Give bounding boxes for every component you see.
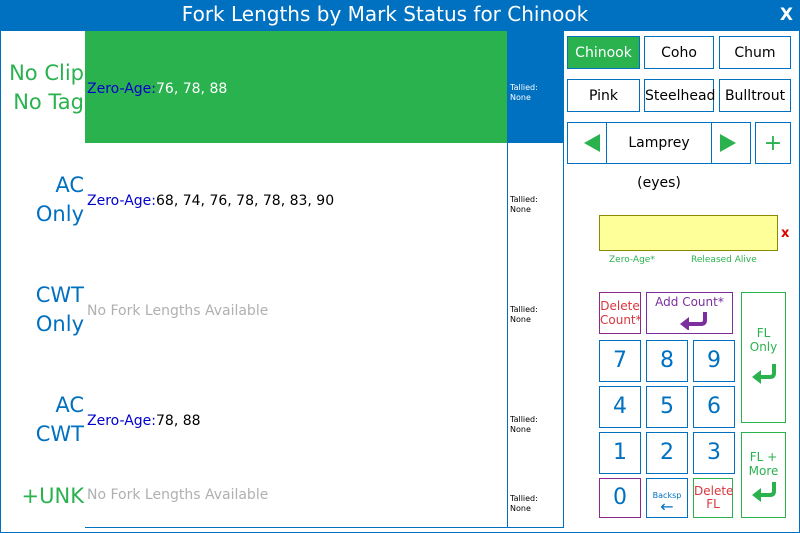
frame-left bbox=[0, 31, 1, 533]
title-bar: Fork Lengths by Mark Status for Chinook … bbox=[0, 0, 800, 31]
window-title: Fork Lengths by Mark Status for Chinook bbox=[181, 2, 589, 26]
species-bulltrout-button[interactable]: Bulltrout bbox=[719, 79, 791, 112]
delete-count-label-2: Count* bbox=[600, 313, 642, 327]
no-fork-lengths-text: No Fork Lengths Available bbox=[87, 303, 269, 319]
fork-length-text: Zero-Age:68, 74, 76, 78, 78, 83, 90 bbox=[87, 193, 334, 209]
mark-status-line-2: Only bbox=[35, 312, 84, 336]
fl-more-button[interactable]: FL + More bbox=[741, 432, 786, 518]
fork-length-cell[interactable]: Zero-Age:68, 74, 76, 78, 78, 83, 90 bbox=[85, 143, 507, 254]
mark-status-line-1: No Clip bbox=[9, 61, 84, 85]
key-7[interactable]: 7 bbox=[599, 340, 641, 382]
return-arrow-icon bbox=[680, 312, 707, 330]
tallied-text: Tallied: None bbox=[510, 83, 538, 102]
species-chum-button[interactable]: Chum bbox=[719, 36, 791, 69]
key-9[interactable]: 9 bbox=[693, 340, 735, 382]
key-2[interactable]: 2 bbox=[646, 432, 688, 474]
previous-arrow-icon[interactable] bbox=[584, 134, 600, 152]
key-4[interactable]: 4 bbox=[599, 386, 641, 428]
add-species-button[interactable]: + bbox=[755, 122, 791, 164]
release-status-label[interactable]: Released Alive bbox=[691, 255, 757, 265]
close-button[interactable]: X bbox=[780, 5, 793, 25]
enter-arrow-icon bbox=[751, 482, 776, 502]
delete-fl-button[interactable]: Delete FL bbox=[693, 478, 733, 518]
tallied-text: Tallied: None bbox=[510, 494, 538, 513]
key-6[interactable]: 6 bbox=[693, 386, 735, 428]
fork-length-values: 76, 78, 88 bbox=[156, 81, 228, 97]
right-divider bbox=[563, 31, 564, 527]
backspace-arrow-icon: ← bbox=[660, 497, 674, 516]
tallied-cell[interactable]: Tallied: None bbox=[507, 143, 564, 254]
fl-more-label-2: More bbox=[748, 464, 779, 478]
key-1[interactable]: 1 bbox=[599, 432, 641, 474]
fork-length-entry-field[interactable] bbox=[599, 215, 778, 251]
mark-status-label[interactable]: AC Only bbox=[2, 171, 84, 229]
tallied-cell[interactable]: Tallied: None bbox=[507, 363, 564, 473]
key-8[interactable]: 8 bbox=[646, 340, 688, 382]
mark-status-line-1: AC bbox=[55, 393, 84, 417]
fl-only-label-1: FL bbox=[756, 326, 771, 340]
delete-count-label-1: Delete bbox=[600, 299, 640, 313]
age-class-prefix: Zero-Age: bbox=[87, 413, 157, 429]
add-count-button[interactable]: Add Count* bbox=[646, 292, 733, 334]
add-count-label: Add Count* bbox=[655, 295, 724, 309]
fl-more-label-1: FL + bbox=[749, 450, 778, 464]
next-arrow-icon[interactable] bbox=[720, 134, 736, 152]
backspace-button[interactable]: Backsp ← bbox=[646, 478, 688, 518]
key-0[interactable]: 0 bbox=[599, 478, 641, 518]
mark-status-label[interactable]: No Clip No Tag bbox=[2, 59, 84, 117]
tallied-text: Tallied: None bbox=[510, 415, 538, 434]
fork-length-text: Zero-Age:78, 88 bbox=[87, 413, 201, 429]
no-fork-lengths-text: No Fork Lengths Available bbox=[87, 487, 269, 503]
age-class-label[interactable]: Zero-Age* bbox=[609, 255, 655, 265]
fl-only-button[interactable]: FL Only bbox=[741, 292, 786, 423]
clear-entry-button[interactable]: x bbox=[781, 226, 789, 241]
fork-length-text: Zero-Age:76, 78, 88 bbox=[87, 81, 227, 97]
lamprey-label: Lamprey (eyes) bbox=[606, 123, 712, 191]
tallied-cell[interactable]: Tallied: None bbox=[507, 31, 564, 144]
age-class-prefix: Zero-Age: bbox=[87, 81, 157, 97]
fork-length-values: 68, 74, 76, 78, 78, 83, 90 bbox=[156, 193, 335, 209]
delete-fl-label-2: FL bbox=[706, 497, 720, 511]
tallied-text: Tallied: None bbox=[510, 195, 538, 214]
fork-length-cell[interactable]: No Fork Lengths Available bbox=[85, 253, 507, 364]
species-pink-button[interactable]: Pink bbox=[567, 79, 640, 112]
mark-status-label[interactable]: CWT Only bbox=[2, 281, 84, 339]
fork-length-text: No Fork Lengths Available bbox=[87, 487, 268, 503]
age-class-prefix: Zero-Age: bbox=[87, 193, 157, 209]
mark-status-line-1: CWT bbox=[35, 283, 84, 307]
mark-status-label[interactable]: AC CWT bbox=[2, 391, 84, 449]
fork-length-cell[interactable]: Zero-Age:76, 78, 88 bbox=[85, 31, 507, 144]
mark-status-line-2: CWT bbox=[35, 422, 84, 446]
enter-arrow-icon bbox=[751, 364, 776, 384]
tallied-text: Tallied: None bbox=[510, 305, 538, 324]
tallied-cell[interactable]: Tallied: None bbox=[507, 253, 564, 364]
mark-status-line-1: AC bbox=[55, 173, 84, 197]
species-coho-button[interactable]: Coho bbox=[644, 36, 714, 69]
fork-length-text: No Fork Lengths Available bbox=[87, 303, 268, 319]
lamprey-selector: Lamprey (eyes) bbox=[567, 122, 751, 191]
key-5[interactable]: 5 bbox=[646, 386, 688, 428]
fork-length-cell[interactable]: Zero-Age:78, 88 bbox=[85, 363, 507, 473]
fork-length-cell[interactable]: No Fork Lengths Available bbox=[85, 472, 507, 528]
mark-status-line-1: +UNK bbox=[21, 484, 84, 508]
mark-status-line-2: Only bbox=[35, 202, 84, 226]
mark-status-label[interactable]: +UNK bbox=[2, 482, 84, 511]
delete-count-button[interactable]: Delete Count* bbox=[599, 292, 642, 334]
tallied-cell[interactable]: Tallied: None bbox=[507, 472, 564, 528]
mark-status-line-2: No Tag bbox=[13, 90, 84, 114]
fl-only-label-2: Only bbox=[749, 340, 778, 354]
species-steelhead-button[interactable]: Steelhead bbox=[644, 79, 715, 112]
species-chinook-button[interactable]: Chinook bbox=[567, 36, 640, 69]
fork-length-values: 78, 88 bbox=[156, 413, 201, 429]
key-3[interactable]: 3 bbox=[693, 432, 735, 474]
